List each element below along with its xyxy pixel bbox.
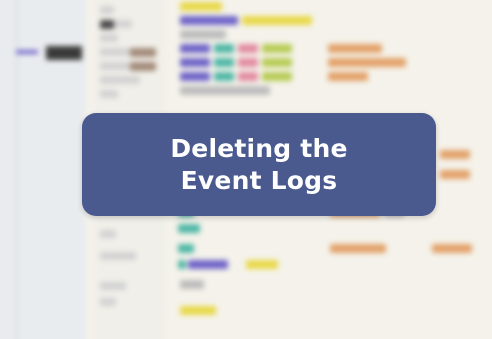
log-row	[170, 244, 492, 256]
log-row	[170, 306, 492, 318]
type-tag	[130, 62, 156, 71]
log-row	[170, 260, 492, 272]
log-row	[170, 86, 492, 98]
log-row	[170, 280, 492, 292]
selected-entry-marker	[46, 46, 82, 60]
section-title: Deleting the Event Logs	[170, 133, 348, 195]
current-position-marker	[16, 50, 38, 54]
log-row	[170, 2, 492, 14]
type-label	[100, 34, 118, 42]
type-label	[100, 6, 114, 14]
log-row	[170, 16, 492, 28]
type-label	[100, 252, 136, 260]
type-tag	[100, 20, 114, 29]
type-label	[100, 90, 118, 98]
type-label	[100, 230, 116, 238]
log-row	[170, 44, 492, 56]
type-label	[100, 298, 116, 306]
log-row	[170, 224, 492, 236]
video-frame: Deleting the Event Logs	[0, 0, 492, 339]
type-tag	[130, 48, 156, 57]
type-label	[100, 282, 126, 290]
log-row	[170, 72, 492, 84]
section-title-card: Deleting the Event Logs	[82, 113, 436, 216]
log-row	[170, 30, 492, 42]
timeline-column	[0, 0, 86, 339]
type-label	[100, 76, 140, 84]
log-row	[170, 58, 492, 70]
